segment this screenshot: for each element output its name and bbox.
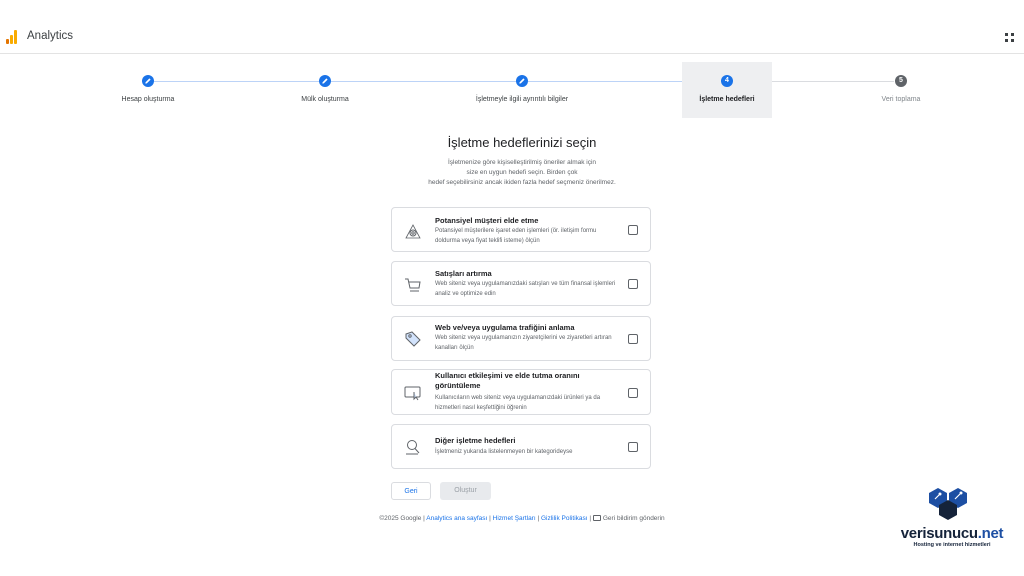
back-button[interactable]: Geri [391, 482, 431, 500]
step-label: Hesap oluşturma [121, 96, 175, 103]
footer-link-analytics-home[interactable]: Analytics ana sayfası [426, 515, 487, 522]
shopping-cart-icon [404, 276, 422, 294]
watermark-logo: verisunucu.net Hosting ve internet hizme… [892, 487, 1012, 551]
objective-option-sales[interactable]: Satışları artırma Web siteniz veya uygul… [391, 261, 651, 306]
brand-name-accent: .net [977, 525, 1004, 542]
footer-copyright: ©2025 Google | [379, 515, 427, 522]
option-checkbox[interactable] [628, 388, 638, 398]
page: Analytics Hesap oluşturma Mülk oluşturma… [0, 0, 1024, 576]
analytics-window: Analytics Hesap oluşturma Mülk oluşturma… [0, 0, 1024, 528]
brand-name: verisunucu.net [892, 525, 1012, 542]
step-business-details[interactable]: İşletmeyle ilgili ayrıntılı bilgiler [432, 62, 612, 118]
option-checkbox[interactable] [628, 334, 638, 344]
create-button[interactable]: Oluştur [440, 482, 491, 500]
option-description: Kullanıcıların web siteniz veya uygulama… [435, 395, 601, 411]
step-label: Veri toplama [881, 96, 921, 103]
target-person-icon [404, 222, 422, 240]
brand-hexagon-icon [928, 487, 968, 521]
search-document-icon [404, 438, 422, 456]
option-title: Web ve/veya uygulama trafiğini anlama [435, 323, 575, 332]
step-label: İşletmeyle ilgili ayrıntılı bilgiler [475, 96, 569, 103]
feedback-icon [592, 515, 601, 521]
step-account-creation[interactable]: Hesap oluşturma [58, 62, 238, 118]
step-label: Mülk oluşturma [301, 96, 349, 103]
brand-tagline: Hosting ve internet hizmetleri [913, 542, 991, 548]
footer-link-terms[interactable]: Hizmet Şartları [493, 515, 536, 522]
option-checkbox[interactable] [628, 225, 638, 235]
option-description: İşletmeniz yukarıda listelenmeyen bir ka… [435, 449, 573, 455]
option-title: Diğer işletme hedefleri [435, 436, 516, 445]
pencil-icon [142, 75, 154, 87]
footer: ©2025 Google | Analytics ana sayfası | H… [0, 515, 1024, 522]
pencil-icon [516, 75, 528, 87]
step-data-collection[interactable]: 5 Veri toplama [811, 62, 991, 118]
objective-option-leads[interactable]: Potansiyel müşteri elde etme Potansiyel … [391, 207, 651, 252]
option-description: Potansiyel müşterilere işaret eden işlem… [435, 228, 597, 244]
app-title[interactable]: Analytics [27, 30, 73, 42]
tag-icon [404, 330, 422, 348]
page-title: İşletme hedeflerinizi seçin [447, 135, 597, 150]
objective-option-traffic[interactable]: Web ve/veya uygulama trafiğini anlama We… [391, 316, 651, 361]
brand-name-main: verisunucu [900, 525, 978, 542]
intro-line: hedef seçebilirsiniz ancak ikiden fazla … [428, 179, 616, 186]
intro-line: İşletmenize göre kişiselleştirilmiş öner… [447, 159, 597, 166]
pencil-icon [319, 75, 331, 87]
option-title: Kullanıcı etkileşimi ve elde tutma oranı… [435, 371, 580, 390]
objective-option-other[interactable]: Diğer işletme hedefleri İşletmeniz yukar… [391, 424, 651, 469]
option-checkbox[interactable] [628, 442, 638, 452]
footer-link-privacy[interactable]: Gizlilik Politikası [541, 515, 588, 522]
analytics-logo-icon[interactable] [6, 30, 18, 44]
option-description: Web siteniz veya uygulamanızdaki satışla… [435, 281, 616, 297]
top-app-bar: Analytics [0, 20, 1024, 54]
option-title: Satışları artırma [435, 269, 492, 278]
apps-grid-icon[interactable] [1005, 33, 1014, 42]
option-checkbox[interactable] [628, 279, 638, 289]
step-property-creation[interactable]: Mülk oluşturma [235, 62, 415, 118]
step-number-badge: 4 [721, 75, 733, 87]
step-label: İşletme hedefleri [699, 96, 755, 103]
option-description: Web siteniz veya uygulamanızın ziyaretçi… [435, 335, 612, 351]
option-title: Potansiyel müşteri elde etme [435, 216, 539, 225]
step-business-objectives[interactable]: 4 İşletme hedefleri [682, 62, 772, 118]
screen-cursor-icon [404, 384, 422, 402]
setup-stepper: Hesap oluşturma Mülk oluşturma İşletmeyl… [0, 62, 1024, 118]
feedback-label: Geri bildirim gönderin [602, 515, 665, 522]
objective-option-engagement[interactable]: Kullanıcı etkileşimi ve elde tutma oranı… [391, 369, 651, 415]
intro-text: İşletmenize göre kişiselleştirilmiş öner… [400, 158, 644, 188]
intro-line: size en uygun hedefi seçin. Birden çok [466, 169, 578, 176]
feedback-link[interactable]: Geri bildirim gönderin [592, 515, 665, 522]
step-number-badge: 5 [895, 75, 907, 87]
